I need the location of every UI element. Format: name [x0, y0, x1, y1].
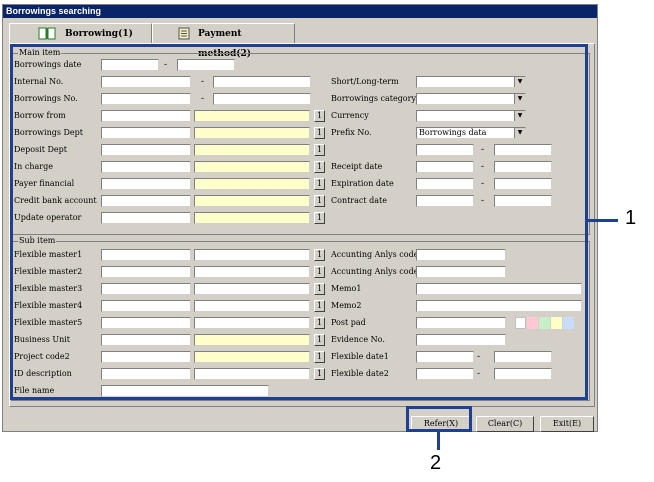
book-icon: [38, 27, 56, 40]
callout-leader-2: [437, 432, 440, 450]
tab-borrowing-label: Borrowing(1): [65, 29, 133, 39]
callout-leader-1: [588, 219, 618, 222]
callout-number-1: 1: [625, 207, 637, 229]
callout-number-2: 2: [430, 452, 442, 474]
callout-frame-2: [406, 406, 472, 432]
exit-button[interactable]: Exit(E): [540, 416, 594, 432]
tab-borrowing[interactable]: Borrowing(1): [9, 23, 152, 43]
document-icon: [178, 27, 190, 40]
clear-button[interactable]: Clear(C): [476, 416, 534, 432]
callout-frame-1: [10, 44, 588, 400]
window-title: Borrowings searching: [3, 5, 597, 18]
tab-payment-method[interactable]: Payment method(2): [152, 23, 295, 59]
